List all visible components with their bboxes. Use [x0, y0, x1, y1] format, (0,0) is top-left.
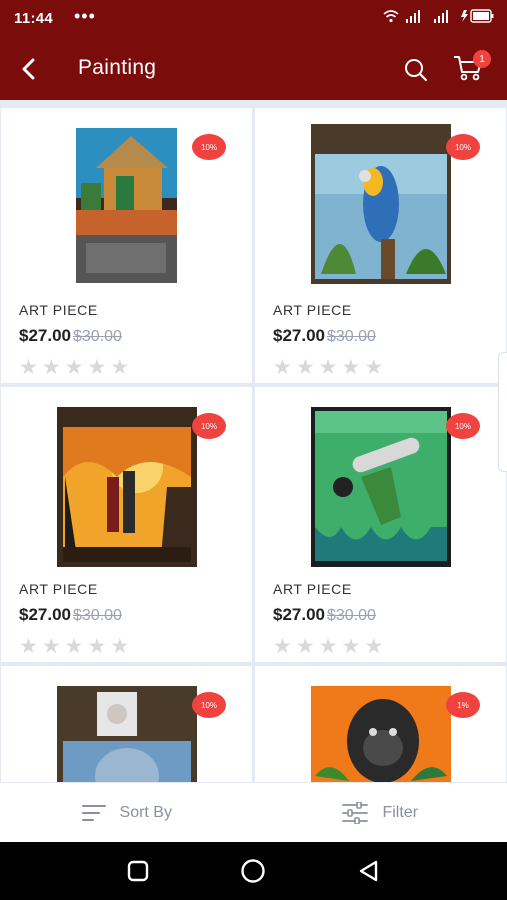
sort-button[interactable]: Sort By: [0, 783, 254, 842]
star-icon: ★: [273, 635, 292, 658]
product-old-price: $30.00: [327, 328, 376, 345]
product-card[interactable]: 10%: [1, 666, 252, 782]
star-icon: ★: [19, 635, 38, 658]
star-icon: ★: [341, 635, 361, 658]
star-icon: ★: [110, 356, 130, 379]
discount-badge: 10%: [192, 692, 226, 718]
star-icon: ★: [19, 356, 38, 379]
discount-badge: 1%: [446, 692, 480, 718]
price-row: $27.00 $30.00: [273, 326, 376, 346]
rating-stars: ★ ★ ★ ★ ★: [273, 357, 383, 378]
filter-button[interactable]: Filter: [254, 783, 507, 842]
product-name: ART PIECE: [273, 581, 352, 597]
star-icon: ★: [64, 356, 84, 379]
scroll-handle[interactable]: [498, 352, 507, 472]
star-icon: ★: [41, 356, 61, 379]
discount-badge: 10%: [446, 413, 480, 439]
search-icon: [405, 59, 428, 82]
price-row: $27.00 $30.00: [273, 605, 376, 625]
price-row: $27.00 $30.00: [19, 326, 122, 346]
recents-button[interactable]: [118, 851, 158, 891]
product-price: $27.00: [273, 326, 325, 345]
star-icon: ★: [64, 635, 84, 658]
battery-charging-icon: [461, 9, 494, 23]
signal-icon: [406, 10, 420, 23]
product-old-price: $30.00: [327, 607, 376, 624]
star-icon: ★: [295, 356, 315, 379]
product-card[interactable]: 10% ART PIECE $27.00 $30.00 ★ ★ ★ ★ ★: [1, 387, 252, 662]
discount-badge: 10%: [446, 134, 480, 160]
price-row: $27.00 $30.00: [19, 605, 122, 625]
app-bar: Painting 1: [0, 38, 507, 100]
system-nav-bar: [0, 842, 507, 900]
star-icon: ★: [41, 635, 61, 658]
back-nav-button[interactable]: [349, 851, 389, 891]
product-name: ART PIECE: [273, 302, 352, 318]
cart-button[interactable]: 1: [453, 50, 491, 86]
notification-dots-icon: •••: [74, 6, 96, 26]
product-price: $27.00: [19, 326, 71, 345]
discount-badge: 10%: [192, 413, 226, 439]
status-icons: [383, 9, 495, 23]
filter-label: Filter: [382, 803, 419, 821]
cart-count-badge: 1: [473, 50, 491, 68]
wifi-icon: [383, 10, 399, 23]
star-icon: ★: [87, 356, 107, 379]
product-old-price: $30.00: [73, 328, 122, 345]
status-bar: 11:44 •••: [0, 0, 507, 38]
star-icon: ★: [273, 356, 292, 379]
product-price: $27.00: [273, 605, 325, 624]
product-card[interactable]: 1%: [255, 666, 506, 782]
product-card[interactable]: 10% ART PIECE $27.00 $30.00 ★ ★ ★ ★ ★: [255, 387, 506, 662]
discount-badge: 10%: [192, 134, 226, 160]
rating-stars: ★ ★ ★ ★ ★: [19, 357, 129, 378]
product-card[interactable]: 10% ART PIECE $27.00 $30.00 ★ ★ ★ ★ ★: [1, 108, 252, 383]
search-button[interactable]: [401, 55, 431, 85]
sort-label: Sort By: [119, 803, 172, 821]
filter-sliders-icon: [342, 801, 369, 824]
star-icon: ★: [87, 635, 107, 658]
product-name: ART PIECE: [19, 581, 98, 597]
product-card[interactable]: 10% ART PIECE $27.00 $30.00 ★ ★ ★ ★ ★: [255, 108, 506, 383]
product-grid[interactable]: 10% ART PIECE $27.00 $30.00 ★ ★ ★ ★ ★ 10…: [0, 100, 507, 782]
page-title: Painting: [78, 56, 157, 79]
status-time: 11:44: [14, 10, 54, 27]
home-circle-icon: [241, 859, 266, 883]
back-triangle-icon: [359, 860, 378, 882]
star-icon: ★: [364, 356, 384, 379]
home-button[interactable]: [233, 851, 273, 891]
star-icon: ★: [364, 635, 384, 658]
signal-2-icon: [434, 10, 448, 23]
rating-stars: ★ ★ ★ ★ ★: [19, 636, 129, 657]
sort-filter-bar: Sort By Filter: [0, 782, 507, 842]
star-icon: ★: [318, 356, 338, 379]
sort-icon: [81, 804, 106, 821]
product-name: ART PIECE: [19, 302, 98, 318]
back-button[interactable]: [14, 54, 44, 84]
chevron-left-icon: [22, 58, 35, 80]
star-icon: ★: [341, 356, 361, 379]
recents-icon: [127, 860, 149, 882]
product-old-price: $30.00: [73, 607, 122, 624]
product-price: $27.00: [19, 605, 71, 624]
star-icon: ★: [110, 635, 130, 658]
star-icon: ★: [295, 635, 315, 658]
rating-stars: ★ ★ ★ ★ ★: [273, 636, 383, 657]
star-icon: ★: [318, 635, 338, 658]
